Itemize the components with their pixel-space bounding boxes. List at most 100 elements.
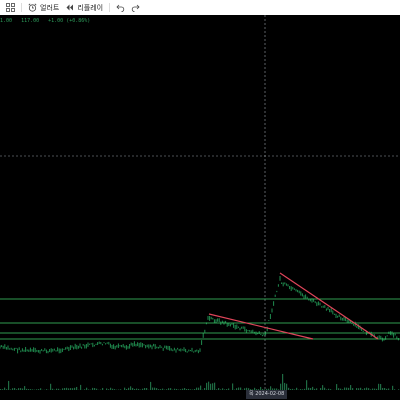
volume-bar: [372, 388, 374, 390]
redo-button[interactable]: [131, 0, 140, 15]
volume-bar: [326, 389, 328, 390]
volume-bar: [210, 383, 212, 390]
volume-bar: [222, 388, 224, 390]
volume-bar: [328, 388, 330, 390]
volume-bar: [324, 387, 326, 390]
volume-bar: [284, 382, 286, 390]
volume-bar: [94, 387, 96, 390]
volume-bar: [374, 388, 376, 390]
volume-bar: [62, 388, 64, 390]
volume-bar: [378, 383, 380, 390]
volume-bar: [84, 389, 86, 390]
volume-bar: [64, 388, 66, 390]
volume-bar: [380, 383, 382, 390]
volume-bar: [138, 388, 140, 390]
trend-line: [279, 272, 379, 340]
layout-button[interactable]: [6, 0, 15, 15]
volume-bar: [316, 388, 318, 390]
volume-bar: [14, 387, 16, 390]
volume-bar: [320, 388, 322, 390]
volume-bar: [204, 388, 206, 390]
volume-bar: [146, 388, 148, 390]
volume-bar: [70, 388, 72, 390]
volume-bar: [310, 388, 312, 390]
volume-bar: [88, 389, 90, 390]
volume-bar: [86, 387, 88, 390]
volume-bar: [128, 387, 130, 390]
trend-line: [208, 313, 314, 340]
volume-bar: [368, 388, 370, 390]
volume-bar: [136, 388, 138, 390]
volume-bar: [282, 373, 284, 390]
alert-button[interactable]: 얼러트: [28, 0, 59, 15]
volume-bar: [194, 388, 196, 390]
volume-bar: [342, 389, 344, 390]
volume-bar: [322, 385, 324, 390]
undo-icon: [116, 4, 125, 12]
volume-bar: [168, 388, 170, 390]
volume-bar: [38, 389, 40, 390]
volume-bar: [20, 388, 22, 390]
volume-bar: [340, 388, 342, 390]
volume-bar: [12, 388, 14, 390]
volume-bar: [182, 388, 184, 390]
volume-bar: [110, 387, 112, 390]
toolbar-divider: [21, 3, 22, 12]
volume-bar: [2, 389, 4, 390]
volume-bar: [126, 388, 128, 390]
volume-bar: [384, 387, 386, 390]
volume-bar: [296, 387, 298, 390]
alert-label: 얼러트: [40, 3, 60, 12]
volume-bar: [106, 388, 108, 390]
volume-bar: [350, 385, 352, 390]
volume-bar: [188, 388, 190, 390]
undo-button[interactable]: [116, 0, 125, 15]
volume-bar: [370, 389, 372, 390]
volume-bar: [166, 389, 168, 390]
volume-bar: [96, 388, 98, 390]
volume-bar: [134, 388, 136, 390]
volume-bar: [50, 383, 52, 390]
volume-bar: [200, 385, 202, 390]
volume-bar: [72, 388, 74, 390]
volume-bar: [142, 388, 144, 390]
volume-bar: [288, 387, 290, 390]
volume-bar: [10, 389, 12, 390]
volume-bar: [144, 387, 146, 390]
volume-bar: [206, 382, 208, 390]
volume-bar: [228, 388, 230, 390]
volume-bar: [186, 388, 188, 390]
replay-button[interactable]: 리플레이: [65, 0, 103, 15]
volume-bar: [190, 389, 192, 390]
volume-bar: [56, 388, 58, 390]
volume-bar: [344, 387, 346, 390]
volume-bar: [18, 388, 20, 390]
volume-bar: [346, 387, 348, 390]
volume-bar: [76, 386, 78, 390]
redo-icon: [131, 4, 140, 12]
volume-bar: [348, 387, 350, 390]
volume-bar: [216, 389, 218, 390]
volume-bar: [40, 388, 42, 390]
volume-bar: [150, 381, 152, 390]
volume-bar: [392, 385, 394, 390]
volume-bar: [152, 387, 154, 390]
volume-bar: [292, 388, 294, 390]
replay-icon: [66, 4, 74, 11]
volume-bar: [360, 387, 362, 390]
price-chart[interactable]: [0, 15, 400, 400]
volume-bar: [52, 388, 54, 390]
volume-bar: [174, 388, 176, 390]
volume-bar: [132, 387, 134, 390]
candles: [0, 275, 399, 354]
volume-bar: [294, 389, 296, 390]
volume-bar: [4, 387, 6, 390]
volume-bar: [58, 388, 60, 390]
volume-bar: [302, 389, 304, 390]
volume-bar: [362, 389, 364, 390]
volume-bar: [304, 388, 306, 390]
volume-bar: [236, 388, 238, 390]
volume-bar: [114, 389, 116, 390]
volume-bar: [330, 389, 332, 390]
volume-bar: [8, 380, 10, 390]
